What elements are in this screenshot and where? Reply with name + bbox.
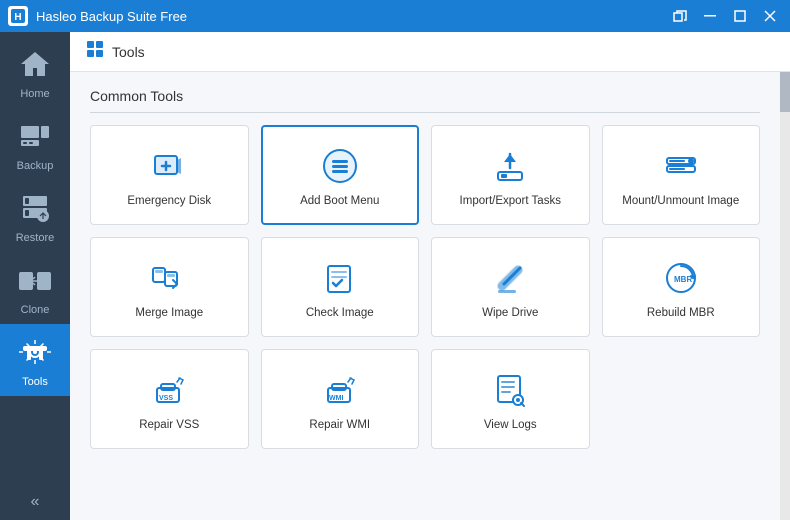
svg-text:MBR: MBR <box>674 275 692 284</box>
tool-wipe-drive[interactable]: Wipe Drive <box>431 237 590 337</box>
tool-label-import-export-tasks: Import/Export Tasks <box>460 194 561 209</box>
header-bar: Tools <box>70 32 790 72</box>
tool-add-boot-menu[interactable]: Add Boot Menu <box>261 125 420 225</box>
app-body: Home Backup Restore <box>0 32 790 520</box>
scrollbar-thumb[interactable] <box>780 72 790 112</box>
tool-mount-unmount-image[interactable]: Mount/Unmount Image <box>602 125 761 225</box>
tools-content: Common Tools Emergency Disk <box>70 72 780 520</box>
header-icon <box>86 40 104 63</box>
sidebar-label-clone: Clone <box>21 304 50 316</box>
scrollbar-track[interactable] <box>780 72 790 520</box>
tool-merge-image[interactable]: Merge Image <box>90 237 249 337</box>
app-logo: H <box>8 6 28 26</box>
section-title: Common Tools <box>90 88 760 113</box>
sidebar-item-clone[interactable]: Clone <box>0 252 70 324</box>
tool-repair-vss[interactable]: VSS Repair VSS <box>90 349 249 449</box>
app-title: Hasleo Backup Suite Free <box>36 9 668 24</box>
tool-check-image[interactable]: Check Image <box>261 237 420 337</box>
sidebar-item-home[interactable]: Home <box>0 36 70 108</box>
svg-text:VSS: VSS <box>159 395 173 402</box>
window-restore-btn[interactable] <box>668 6 692 26</box>
sidebar-item-backup[interactable]: Backup <box>0 108 70 180</box>
tool-rebuild-mbr[interactable]: MBR Rebuild MBR <box>602 237 761 337</box>
page-title: Tools <box>112 44 145 60</box>
window-controls <box>668 6 782 26</box>
titlebar: H Hasleo Backup Suite Free <box>0 0 790 32</box>
tool-label-repair-vss: Repair VSS <box>139 418 199 433</box>
tool-import-export-tasks[interactable]: Import/Export Tasks <box>431 125 590 225</box>
tools-grid: Emergency Disk Add Boot Menu <box>90 125 760 449</box>
sidebar-label-backup: Backup <box>17 160 54 172</box>
window-minimize-btn[interactable] <box>698 6 722 26</box>
sidebar-item-restore[interactable]: Restore <box>0 180 70 252</box>
tool-emergency-disk[interactable]: Emergency Disk <box>90 125 249 225</box>
sidebar-label-tools: Tools <box>22 376 48 388</box>
tool-label-view-logs: View Logs <box>484 418 537 433</box>
window-close-btn[interactable] <box>758 6 782 26</box>
tool-label-wipe-drive: Wipe Drive <box>482 306 538 321</box>
sidebar-label-home: Home <box>20 88 49 100</box>
scroll-wrapper: Common Tools Emergency Disk <box>70 72 790 520</box>
tool-label-repair-wmi: Repair WMI <box>309 418 370 433</box>
sidebar: Home Backup Restore <box>0 32 70 520</box>
tool-label-add-boot-menu: Add Boot Menu <box>300 194 379 209</box>
collapse-icon: « <box>31 493 40 511</box>
tool-label-check-image: Check Image <box>306 306 374 321</box>
tool-repair-wmi[interactable]: WMI Repair WMI <box>261 349 420 449</box>
svg-text:WMI: WMI <box>329 395 343 402</box>
svg-text:H: H <box>14 12 21 23</box>
sidebar-label-restore: Restore <box>16 232 55 244</box>
tool-label-mount-unmount-image: Mount/Unmount Image <box>622 194 739 209</box>
content-area: Tools Common Tools Emergency Disk <box>70 32 790 520</box>
tool-view-logs[interactable]: View Logs <box>431 349 590 449</box>
window-maximize-btn[interactable] <box>728 6 752 26</box>
tool-label-merge-image: Merge Image <box>135 306 203 321</box>
sidebar-item-tools[interactable]: Tools <box>0 324 70 396</box>
sidebar-collapse-btn[interactable]: « <box>0 484 70 520</box>
tool-label-rebuild-mbr: Rebuild MBR <box>647 306 715 321</box>
tool-label-emergency-disk: Emergency Disk <box>127 194 211 209</box>
